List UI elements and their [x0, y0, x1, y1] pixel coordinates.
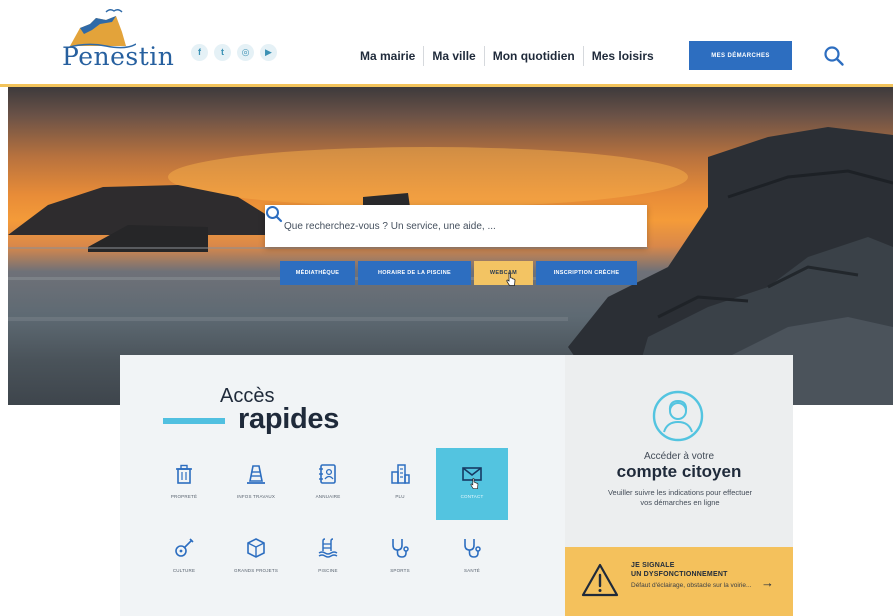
acces-rapides-title-line2: rapides [238, 403, 340, 435]
tile-grands-projets[interactable]: GRANDS PROJETS [220, 522, 292, 594]
tile-contact[interactable]: CONTACT [436, 448, 508, 520]
mes-demarches-button[interactable]: MES DÉMARCHES [689, 41, 792, 70]
nav-ma-mairie[interactable]: Ma mairie [352, 44, 423, 68]
citoyen-intro: Accéder à votre [643, 451, 715, 462]
tile-piscine[interactable]: PISCINE [292, 522, 364, 594]
acces-rapides-panel: Accès rapides PROPRETÉ INFOS TRAVAUX ANN… [120, 355, 565, 616]
tile-proprete[interactable]: PROPRETÉ [148, 448, 220, 520]
tile-label: GRANDS PROJETS [233, 568, 279, 573]
tile-label: PISCINE [318, 568, 338, 573]
signal-description: Défaut d'éclairage, obstacle sur la voir… [631, 582, 752, 589]
tile-culture[interactable]: CULTURE [148, 522, 220, 594]
tile-sante[interactable]: SANTÉ [436, 522, 508, 594]
nav-ma-ville[interactable]: Ma ville [424, 44, 483, 68]
main-nav: Ma mairie Ma ville Mon quotidien Mes loi… [352, 44, 662, 68]
hand-cursor-icon [506, 273, 516, 286]
penestin-logo[interactable]: Penestin [62, 6, 180, 76]
instagram-icon[interactable]: ◎ [237, 44, 254, 61]
hero-search-placeholder: Que recherchez-vous ? Un service, une ai… [284, 220, 496, 232]
quick-link-horaire-piscine[interactable]: HORAIRE DE LA PISCINE [358, 261, 471, 285]
signalement-card[interactable]: JE SIGNALE UN DYSFONCTIONNEMENT Défaut d… [565, 547, 793, 616]
building-icon [391, 464, 410, 484]
pool-icon [318, 538, 338, 558]
book-icon [319, 464, 336, 484]
hand-cursor-icon [470, 478, 479, 490]
warning-icon [581, 563, 619, 597]
arrow-right-icon[interactable]: → [761, 576, 774, 589]
stethoscope-icon [464, 539, 481, 558]
stethoscope-icon [392, 539, 409, 558]
nav-mon-quotidien[interactable]: Mon quotidien [485, 44, 583, 68]
youtube-icon[interactable]: ▶ [260, 44, 277, 61]
hero-search-input[interactable]: Que recherchez-vous ? Un service, une ai… [265, 205, 647, 247]
cone-icon [247, 465, 265, 484]
title-accent-bar [163, 418, 225, 424]
citoyen-description: Veuiller suivre les indications pour eff… [607, 488, 753, 507]
nav-mes-loisirs[interactable]: Mes loisirs [584, 44, 662, 68]
social-links: f t ◎ ▶ [191, 44, 277, 61]
twitter-icon[interactable]: t [214, 44, 231, 61]
tile-annuaire[interactable]: ANNUAIRE [292, 448, 364, 520]
tile-plu[interactable]: PLU [364, 448, 436, 520]
tile-sports[interactable]: SPORTS [364, 522, 436, 594]
compte-citoyen-card[interactable]: Accéder à votre compte citoyen Veuiller … [565, 355, 793, 547]
tile-label: ANNUAIRE [315, 494, 341, 499]
trash-icon [176, 464, 192, 484]
facebook-icon[interactable]: f [191, 44, 208, 61]
tile-label: SPORTS [390, 568, 410, 573]
user-avatar-icon [652, 390, 704, 442]
quick-link-mediatheque[interactable]: MÉDIATHÈQUE [280, 261, 355, 285]
logo-text: Penestin [62, 42, 175, 71]
tile-label: PLU [395, 494, 405, 499]
citoyen-title: compte citoyen [616, 462, 742, 481]
quick-link-inscription-creche[interactable]: INSCRIPTION CRÈCHE [536, 261, 637, 285]
hero-quick-links: MÉDIATHÈQUE HORAIRE DE LA PISCINE WEBCAM… [280, 261, 637, 285]
tile-label: INFOS TRAVAUX [236, 494, 276, 499]
site-header: Penestin f t ◎ ▶ Ma mairie Ma ville Mon … [0, 0, 893, 87]
tile-label: CONTACT [460, 494, 484, 499]
signal-title-line1: JE SIGNALE [631, 562, 675, 569]
box-icon [247, 538, 265, 558]
guitar-icon [175, 538, 194, 557]
search-icon[interactable] [823, 45, 845, 67]
tile-label: SANTÉ [463, 568, 480, 573]
tile-label: CULTURE [172, 568, 196, 573]
tile-infos-travaux[interactable]: INFOS TRAVAUX [220, 448, 292, 520]
quick-link-webcam[interactable]: WEBCAM [474, 261, 533, 285]
signal-title-line2: UN DYSFONCTIONNEMENT [631, 571, 728, 578]
search-icon[interactable] [265, 205, 283, 223]
tile-label: PROPRETÉ [170, 494, 198, 499]
